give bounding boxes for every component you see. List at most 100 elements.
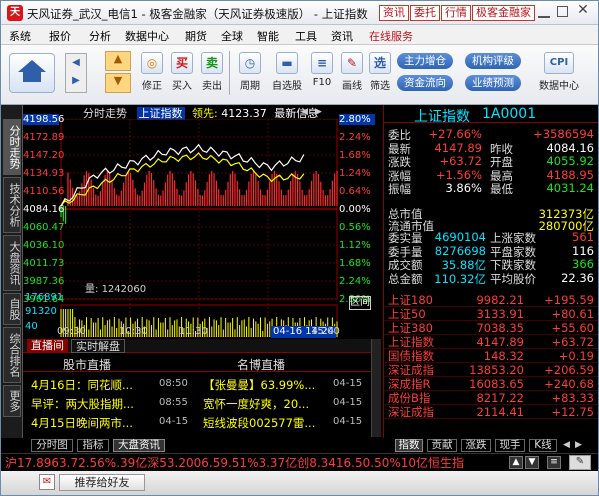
tab-scroll-left-icon[interactable]: ◀ bbox=[563, 440, 570, 450]
ticker-settings-icon[interactable]: ≡ bbox=[547, 456, 561, 469]
index-row[interactable]: 上证50 3133.91 +80.61 bbox=[384, 307, 598, 321]
ticker-next-icon[interactable]: ▼ bbox=[525, 456, 539, 469]
nav-arrows[interactable]: ◀ ▶ bbox=[65, 53, 87, 93]
earnings-forecast-button[interactable]: 业绩预测 bbox=[465, 75, 521, 91]
geek-finance-button[interactable]: 极客金融家 bbox=[472, 5, 535, 21]
wrench-icon[interactable]: ✎ bbox=[569, 455, 591, 470]
news-item-right[interactable]: 宽怀一度好爽，20... bbox=[203, 396, 309, 412]
volume-label: 量: bbox=[85, 284, 99, 295]
tool-draw[interactable]: ✎ 画线 bbox=[337, 51, 367, 95]
index-row[interactable]: 国债指数 148.32 +0.19 bbox=[384, 350, 598, 363]
y-tick-right: 2.80% bbox=[339, 114, 375, 125]
ticker-prev-icon[interactable]: ▲ bbox=[509, 456, 523, 469]
tool-data-center[interactable]: CPI 数据中心 bbox=[533, 51, 585, 95]
side-tab-ranking[interactable]: 综合排名 bbox=[3, 327, 21, 383]
news-item-left[interactable]: 4月16日：同花顺... bbox=[31, 377, 133, 393]
info-button[interactable]: 资讯 bbox=[379, 5, 409, 21]
recommend-friend-button[interactable]: 推荐给好友 bbox=[59, 474, 145, 491]
arrow-right-icon[interactable]: ▶ bbox=[66, 72, 86, 90]
tab-scroll-right-icon[interactable]: ▶ bbox=[575, 440, 582, 450]
menu-online-service[interactable]: 在线服务 bbox=[369, 28, 413, 44]
bottom-tab-timeshare[interactable]: 分时图 bbox=[31, 439, 73, 452]
menu-analysis[interactable]: 分析 bbox=[89, 28, 111, 44]
maximize-icon[interactable] bbox=[557, 6, 568, 17]
section-button[interactable]: 区间 bbox=[349, 296, 371, 310]
news-item-right[interactable]: 【张曼曼】63.99%... bbox=[203, 377, 315, 393]
home-button[interactable] bbox=[9, 53, 55, 93]
index-row[interactable]: 上证指数 4147.89 +63.72 bbox=[384, 335, 598, 349]
tool-period[interactable]: ◷ 周期 bbox=[235, 51, 265, 95]
chart-nav-left-icon[interactable]: ◀ bbox=[301, 107, 311, 117]
x-tick: 09:30 bbox=[57, 326, 86, 337]
tool-label: 修正 bbox=[142, 81, 162, 92]
updown-buttons[interactable]: ▲ ▼ bbox=[105, 51, 131, 95]
market-button[interactable]: 行情 bbox=[441, 5, 471, 21]
chart-nav-right-icon[interactable]: ▶ bbox=[315, 107, 325, 117]
tool-refresh[interactable]: ◎ 修正 bbox=[137, 51, 167, 95]
close-icon[interactable]: ✕ bbox=[575, 2, 591, 20]
news-item-left[interactable]: 早评：两大股指期... bbox=[31, 396, 134, 412]
side-tab-self[interactable]: 自股 bbox=[3, 293, 21, 325]
tool-buy[interactable]: 买 买入 bbox=[167, 51, 197, 95]
bottom-tab-indicator[interactable]: 指标 bbox=[77, 439, 109, 452]
index-row[interactable]: 成份B指 8217.22 +83.33 bbox=[384, 392, 598, 405]
capital-flow-button[interactable]: 资金流向 bbox=[397, 75, 453, 91]
arrow-left-icon[interactable]: ◀ bbox=[66, 54, 86, 72]
tool-sell[interactable]: 卖 卖出 bbox=[197, 51, 227, 95]
rating-button[interactable]: 机构评级 bbox=[465, 53, 521, 69]
side-tab-technical[interactable]: 技术分析 bbox=[3, 177, 21, 233]
arrow-down-icon[interactable]: ▼ bbox=[105, 73, 131, 93]
main-position-button[interactable]: 主力增仓 bbox=[397, 53, 453, 69]
promo-icon: ✉ bbox=[39, 474, 55, 490]
menu-tools[interactable]: 工具 bbox=[295, 28, 317, 44]
quote-value: 4055.92 bbox=[546, 154, 594, 168]
refresh-icon: ◎ bbox=[141, 52, 163, 74]
intraday-chart[interactable]: 分时走势 上证指数 领先: 4123.37 最新信息 ◀ ▶ 4198.56 41… bbox=[23, 105, 375, 338]
quote-tab-volume[interactable]: 现手 bbox=[495, 439, 525, 452]
folder-icon: ▬ bbox=[276, 52, 298, 74]
index-row[interactable]: 上证180 9982.21 +195.59 bbox=[384, 294, 598, 307]
bottom-tab-market-news[interactable]: 大盘资讯 bbox=[113, 439, 165, 452]
tool-filter[interactable]: 选 筛选 bbox=[365, 51, 395, 95]
index-row[interactable]: 上证380 7038.35 +55.60 bbox=[384, 321, 598, 335]
tab-realtime[interactable]: 实时解盘 bbox=[71, 339, 125, 353]
menu-system[interactable]: 系统 bbox=[9, 28, 31, 44]
index-row[interactable]: 深证成指 13853.20 +206.59 bbox=[384, 363, 598, 377]
side-tab-more[interactable]: 更多 bbox=[3, 385, 21, 417]
y-tick-left: 4036.10 bbox=[23, 240, 65, 251]
index-name: 上证50 bbox=[388, 307, 426, 321]
index-row[interactable]: 深证成指 2114.41 +12.75 bbox=[384, 405, 598, 419]
index-change: +206.59 bbox=[544, 363, 594, 377]
tab-live[interactable]: 直播间 bbox=[27, 339, 68, 353]
tool-watchlist[interactable]: ▬ 自选股 bbox=[269, 51, 305, 95]
tool-label: 筛选 bbox=[370, 81, 390, 92]
menu-quote[interactable]: 报价 bbox=[49, 28, 71, 44]
menu-global[interactable]: 全球 bbox=[221, 28, 243, 44]
menu-smart[interactable]: 智能 bbox=[257, 28, 279, 44]
news-item-right[interactable]: 短线波段002577雷... bbox=[203, 415, 315, 431]
menu-news[interactable]: 资讯 bbox=[331, 28, 353, 44]
quote-tab-contribution[interactable]: 贡献 bbox=[427, 439, 457, 452]
order-button[interactable]: 委托 bbox=[410, 5, 440, 21]
menu-futures[interactable]: 期货 bbox=[185, 28, 207, 44]
side-tab-market-news[interactable]: 大盘资讯 bbox=[3, 235, 21, 291]
quote-tab-kline[interactable]: K线 bbox=[529, 439, 557, 452]
news-item-left[interactable]: 4月15日晚间两市... bbox=[31, 415, 133, 431]
quote-tab-updown[interactable]: 涨跌 bbox=[461, 439, 491, 452]
index-price: 4147.89 bbox=[476, 335, 524, 349]
side-tab-intraday[interactable]: 分时走势 bbox=[3, 119, 21, 175]
period-icon: ◷ bbox=[239, 52, 261, 74]
menu-data-center[interactable]: 数据中心 bbox=[125, 28, 169, 44]
minimize-icon[interactable] bbox=[538, 6, 550, 18]
quote-value: 110.32亿 bbox=[434, 271, 486, 286]
index-name: 上证380 bbox=[388, 321, 433, 335]
tool-f10[interactable]: ≡ F10 bbox=[307, 51, 337, 95]
y-tick-right: 0.64% bbox=[339, 186, 371, 197]
arrow-up-icon[interactable]: ▲ bbox=[105, 51, 131, 71]
quote-tab-index[interactable]: 指数 bbox=[395, 439, 423, 452]
f10-icon: ≡ bbox=[311, 52, 333, 74]
quote-value: 4084.16 bbox=[546, 140, 594, 155]
news-scrollbar[interactable] bbox=[371, 339, 381, 437]
index-row[interactable]: 深成指R 16083.65 +240.68 bbox=[384, 378, 598, 391]
index-name: 深证成指 bbox=[388, 405, 434, 419]
